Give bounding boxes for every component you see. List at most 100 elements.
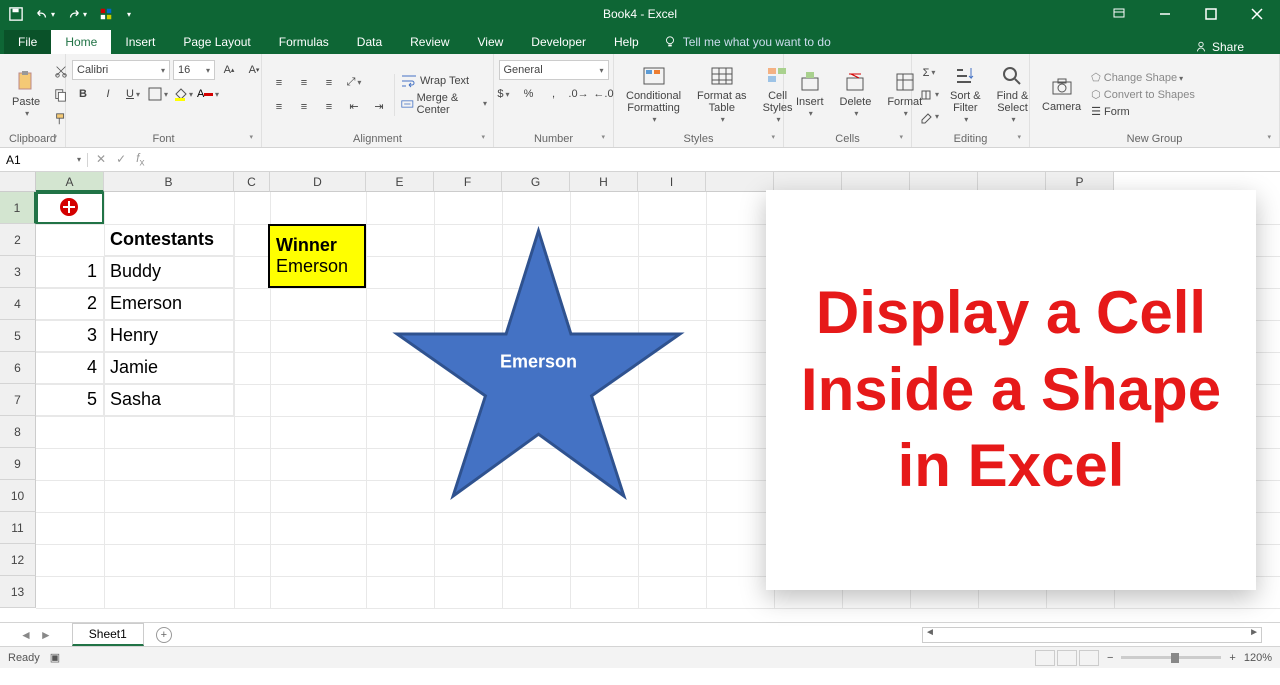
- col-header-e[interactable]: E: [366, 172, 434, 192]
- cancel-formula-icon[interactable]: ✕: [96, 152, 106, 166]
- clear-button[interactable]: ▾: [918, 107, 940, 127]
- cell-a7[interactable]: 5: [36, 384, 104, 416]
- col-header-h[interactable]: H: [570, 172, 638, 192]
- row-header-6[interactable]: 6: [0, 352, 36, 384]
- enter-formula-icon[interactable]: ✓: [116, 152, 126, 166]
- fx-icon[interactable]: fx: [136, 151, 144, 168]
- merge-center-button[interactable]: Merge & Center▾: [401, 92, 487, 116]
- cell-b3[interactable]: Buddy: [104, 256, 234, 288]
- sheet-nav-prev[interactable]: ◄: [20, 628, 32, 642]
- convert-shapes-button[interactable]: ⬡ Convert to Shapes: [1091, 88, 1195, 101]
- decrease-decimal-button[interactable]: ←.0: [593, 84, 615, 104]
- italic-button[interactable]: I: [97, 84, 119, 104]
- delete-cells-button[interactable]: Delete▾: [834, 68, 878, 121]
- align-middle-button[interactable]: ≡: [293, 73, 315, 93]
- autosum-button[interactable]: Σ▾: [918, 63, 940, 83]
- col-header-g[interactable]: G: [502, 172, 570, 192]
- row-header-10[interactable]: 10: [0, 480, 36, 512]
- tab-help[interactable]: Help: [600, 30, 653, 54]
- qat-color-icon[interactable]: [96, 5, 116, 23]
- qat-customize-icon[interactable]: ▾: [122, 8, 134, 21]
- view-normal-button[interactable]: [1035, 650, 1055, 666]
- bold-button[interactable]: B: [72, 84, 94, 104]
- zoom-out-button[interactable]: −: [1107, 652, 1113, 664]
- col-header-d[interactable]: D: [270, 172, 366, 192]
- cell-b5[interactable]: Henry: [104, 320, 234, 352]
- tab-data[interactable]: Data: [343, 30, 396, 54]
- font-name-select[interactable]: Calibri▾: [72, 60, 170, 80]
- number-format-select[interactable]: General▾: [499, 60, 609, 80]
- currency-button[interactable]: $▾: [493, 84, 515, 104]
- decrease-indent-button[interactable]: ⇤: [343, 97, 365, 117]
- increase-decimal-button[interactable]: .0→: [568, 84, 590, 104]
- cell-b4[interactable]: Emerson: [104, 288, 234, 320]
- col-header-[interactable]: [706, 172, 774, 192]
- select-all-corner[interactable]: [0, 172, 36, 192]
- row-header-4[interactable]: 4: [0, 288, 36, 320]
- cell-a5[interactable]: 3: [36, 320, 104, 352]
- row-header-1[interactable]: 1: [0, 192, 36, 224]
- insert-cells-button[interactable]: Insert▾: [790, 68, 830, 121]
- view-page-break-button[interactable]: [1079, 650, 1099, 666]
- conditional-formatting-button[interactable]: Conditional Formatting▾: [620, 62, 687, 127]
- cell-a6[interactable]: 4: [36, 352, 104, 384]
- form-button[interactable]: ☰ Form: [1091, 105, 1195, 118]
- tab-developer[interactable]: Developer: [517, 30, 600, 54]
- cell-a3[interactable]: 1: [36, 256, 104, 288]
- row-header-9[interactable]: 9: [0, 448, 36, 480]
- undo-icon[interactable]: ▾: [32, 5, 58, 23]
- paste-button[interactable]: Paste▾: [6, 68, 46, 121]
- maximize-icon[interactable]: [1188, 0, 1234, 28]
- align-bottom-button[interactable]: ≡: [318, 73, 340, 93]
- format-as-table-button[interactable]: Format as Table▾: [691, 62, 753, 127]
- row-header-5[interactable]: 5: [0, 320, 36, 352]
- underline-button[interactable]: U▾: [122, 84, 144, 104]
- redo-icon[interactable]: ▾: [64, 5, 90, 23]
- increase-indent-button[interactable]: ⇥: [368, 97, 390, 117]
- col-header-c[interactable]: C: [234, 172, 270, 192]
- worksheet[interactable]: ABCDEFGHIP 12345678910111213 Contestants…: [0, 172, 1280, 622]
- font-color-button[interactable]: A▾: [197, 84, 219, 104]
- sheet-nav-next[interactable]: ►: [40, 628, 52, 642]
- zoom-level[interactable]: 120%: [1244, 652, 1272, 664]
- name-box[interactable]: A1▾: [0, 153, 88, 167]
- col-header-p[interactable]: P: [1046, 172, 1114, 192]
- star-shape[interactable]: Emerson: [386, 222, 691, 502]
- align-top-button[interactable]: ≡: [268, 73, 290, 93]
- sheet-tab-sheet1[interactable]: Sheet1: [72, 623, 144, 646]
- tab-formulas[interactable]: Formulas: [265, 30, 343, 54]
- minimize-icon[interactable]: [1142, 0, 1188, 28]
- save-icon[interactable]: [6, 5, 26, 23]
- orientation-button[interactable]: ⤢▾: [343, 73, 365, 93]
- font-size-select[interactable]: 16▾: [173, 60, 215, 80]
- percent-button[interactable]: %: [518, 84, 540, 104]
- align-center-button[interactable]: ≡: [293, 97, 315, 117]
- col-header-f[interactable]: F: [434, 172, 502, 192]
- zoom-in-button[interactable]: +: [1229, 652, 1235, 664]
- col-header-b[interactable]: B: [104, 172, 234, 192]
- row-header-3[interactable]: 3: [0, 256, 36, 288]
- row-header-11[interactable]: 11: [0, 512, 36, 544]
- horizontal-scrollbar[interactable]: [922, 627, 1262, 643]
- cell-b7[interactable]: Sasha: [104, 384, 234, 416]
- macro-record-icon[interactable]: ▣: [50, 651, 60, 664]
- sort-filter-button[interactable]: Sort & Filter▾: [944, 62, 987, 127]
- col-header-i[interactable]: I: [638, 172, 706, 192]
- add-sheet-button[interactable]: +: [156, 627, 172, 643]
- cell-b6[interactable]: Jamie: [104, 352, 234, 384]
- wrap-text-button[interactable]: Wrap Text: [401, 74, 487, 88]
- tab-review[interactable]: Review: [396, 30, 463, 54]
- increase-font-button[interactable]: A▴: [218, 60, 240, 80]
- col-header-[interactable]: [910, 172, 978, 192]
- row-header-8[interactable]: 8: [0, 416, 36, 448]
- col-header-[interactable]: [978, 172, 1046, 192]
- row-header-7[interactable]: 7: [0, 384, 36, 416]
- col-header-[interactable]: [842, 172, 910, 192]
- tab-file[interactable]: File: [4, 30, 51, 54]
- fill-color-button[interactable]: ▾: [172, 84, 194, 104]
- borders-button[interactable]: ▾: [147, 84, 169, 104]
- find-select-button[interactable]: Find & Select▾: [991, 62, 1035, 127]
- cell-b2[interactable]: Contestants: [104, 224, 234, 256]
- ribbon-options-icon[interactable]: [1096, 0, 1142, 28]
- close-icon[interactable]: [1234, 0, 1280, 28]
